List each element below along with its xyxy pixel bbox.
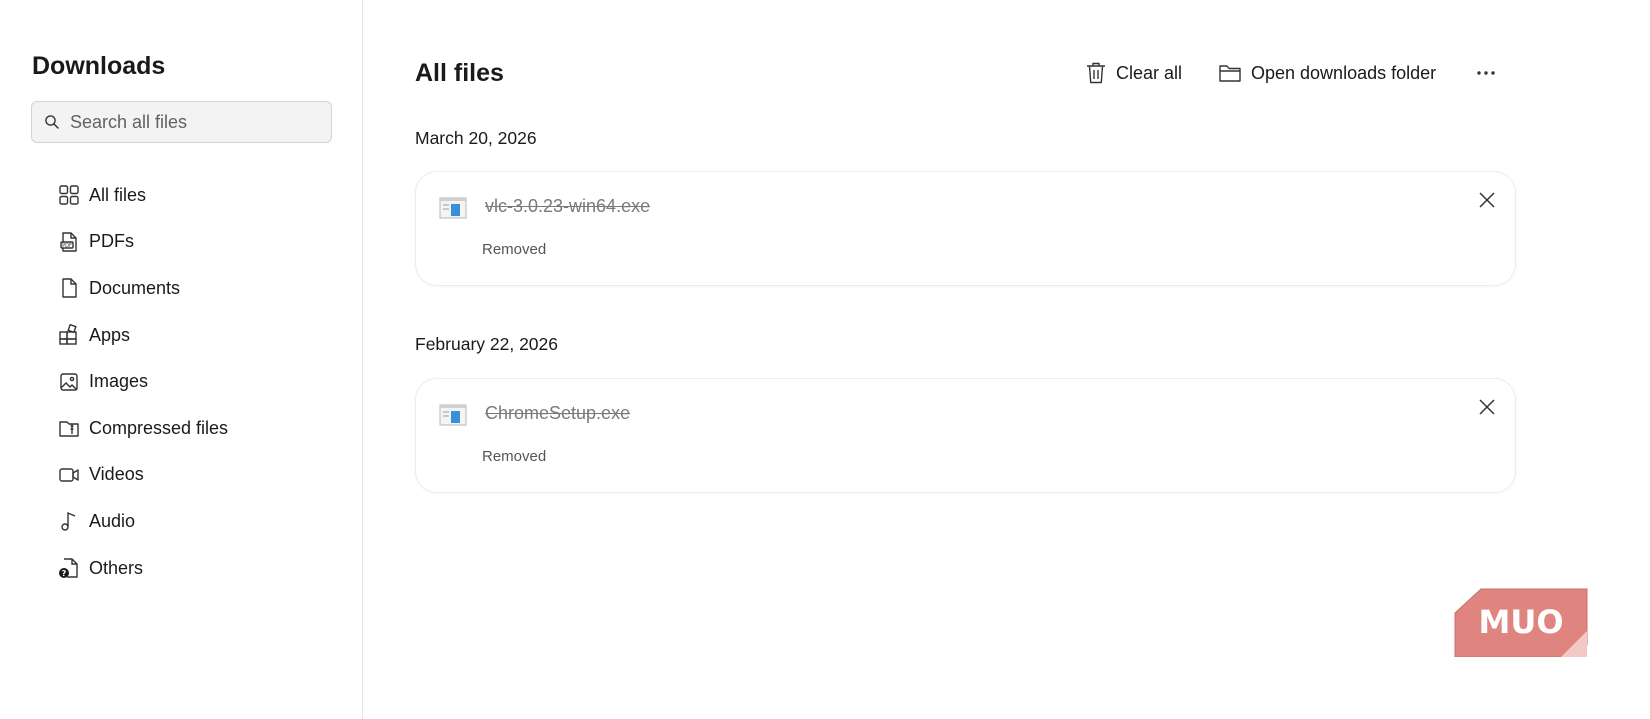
audio-icon	[57, 509, 81, 533]
unknown-file-icon: ?	[57, 556, 81, 580]
date-heading: February 22, 2026	[415, 334, 559, 354]
sidebar-item-label: Compressed files	[89, 417, 229, 438]
sidebar-item-images[interactable]: Images	[57, 358, 347, 405]
sidebar-item-label: Others	[89, 557, 144, 578]
video-icon	[57, 463, 81, 487]
sidebar-nav: All files PDF PDFs Documents Apps Images	[57, 172, 347, 591]
close-icon	[1479, 192, 1495, 208]
search-icon	[45, 115, 59, 129]
sidebar-item-all-files[interactable]: All files	[57, 172, 347, 219]
sidebar-item-apps[interactable]: Apps	[57, 312, 347, 359]
apps-icon	[57, 323, 81, 347]
more-options-button[interactable]	[1471, 58, 1501, 88]
file-status: Removed	[482, 241, 547, 258]
image-icon	[57, 370, 81, 394]
sidebar-item-label: All files	[89, 184, 147, 205]
page-title: All files	[415, 59, 504, 87]
svg-text:?: ?	[62, 569, 67, 578]
download-item[interactable]: ChromeSetup.exe Removed	[415, 378, 1516, 493]
remove-item-button[interactable]	[1474, 394, 1500, 420]
open-folder-label: Open downloads folder	[1251, 62, 1437, 83]
file-name[interactable]: ChromeSetup.exe	[485, 403, 630, 424]
clear-all-label: Clear all	[1116, 62, 1183, 83]
close-icon	[1479, 399, 1495, 415]
sidebar-item-label: Images	[89, 371, 149, 392]
date-heading: March 20, 2026	[415, 128, 537, 148]
watermark-text: MUO	[1478, 603, 1563, 641]
more-icon	[1477, 71, 1495, 75]
zip-icon	[57, 416, 81, 440]
sidebar-item-audio[interactable]: Audio	[57, 498, 347, 545]
remove-item-button[interactable]	[1474, 187, 1500, 213]
search-box[interactable]	[31, 101, 332, 143]
sidebar-item-label: Videos	[89, 464, 144, 485]
sidebar-item-videos[interactable]: Videos	[57, 452, 347, 499]
sidebar-item-label: Documents	[89, 277, 181, 298]
sidebar-item-pdfs[interactable]: PDF PDFs	[57, 219, 347, 266]
sidebar-item-label: Audio	[89, 510, 136, 531]
clear-all-button[interactable]: Clear all	[1085, 58, 1182, 88]
search-input[interactable]	[70, 111, 310, 133]
file-name[interactable]: vlc-3.0.23-win64.exe	[485, 196, 650, 217]
sidebar-item-label: Apps	[89, 324, 131, 345]
svg-text:PDF: PDF	[62, 243, 72, 249]
sidebar-item-documents[interactable]: Documents	[57, 265, 347, 312]
folder-icon	[1219, 65, 1241, 82]
sidebar-item-compressed-files[interactable]: Compressed files	[57, 405, 347, 452]
download-item[interactable]: vlc-3.0.23-win64.exe Removed	[415, 171, 1516, 286]
sidebar-item-label: PDFs	[89, 231, 134, 252]
trash-icon	[1087, 62, 1105, 84]
document-icon	[57, 276, 81, 300]
sidebar: Downloads All files PDF PDFs Documents	[0, 0, 363, 719]
muo-watermark-logo: MUO	[1454, 588, 1588, 657]
grid-icon	[57, 183, 81, 207]
pdf-icon: PDF	[57, 230, 81, 254]
exe-file-icon	[439, 404, 467, 426]
open-downloads-folder-button[interactable]: Open downloads folder	[1218, 58, 1436, 88]
sidebar-item-others[interactable]: ? Others	[57, 545, 347, 592]
file-status: Removed	[482, 448, 547, 465]
sidebar-title: Downloads	[32, 52, 166, 80]
exe-file-icon	[439, 197, 467, 219]
